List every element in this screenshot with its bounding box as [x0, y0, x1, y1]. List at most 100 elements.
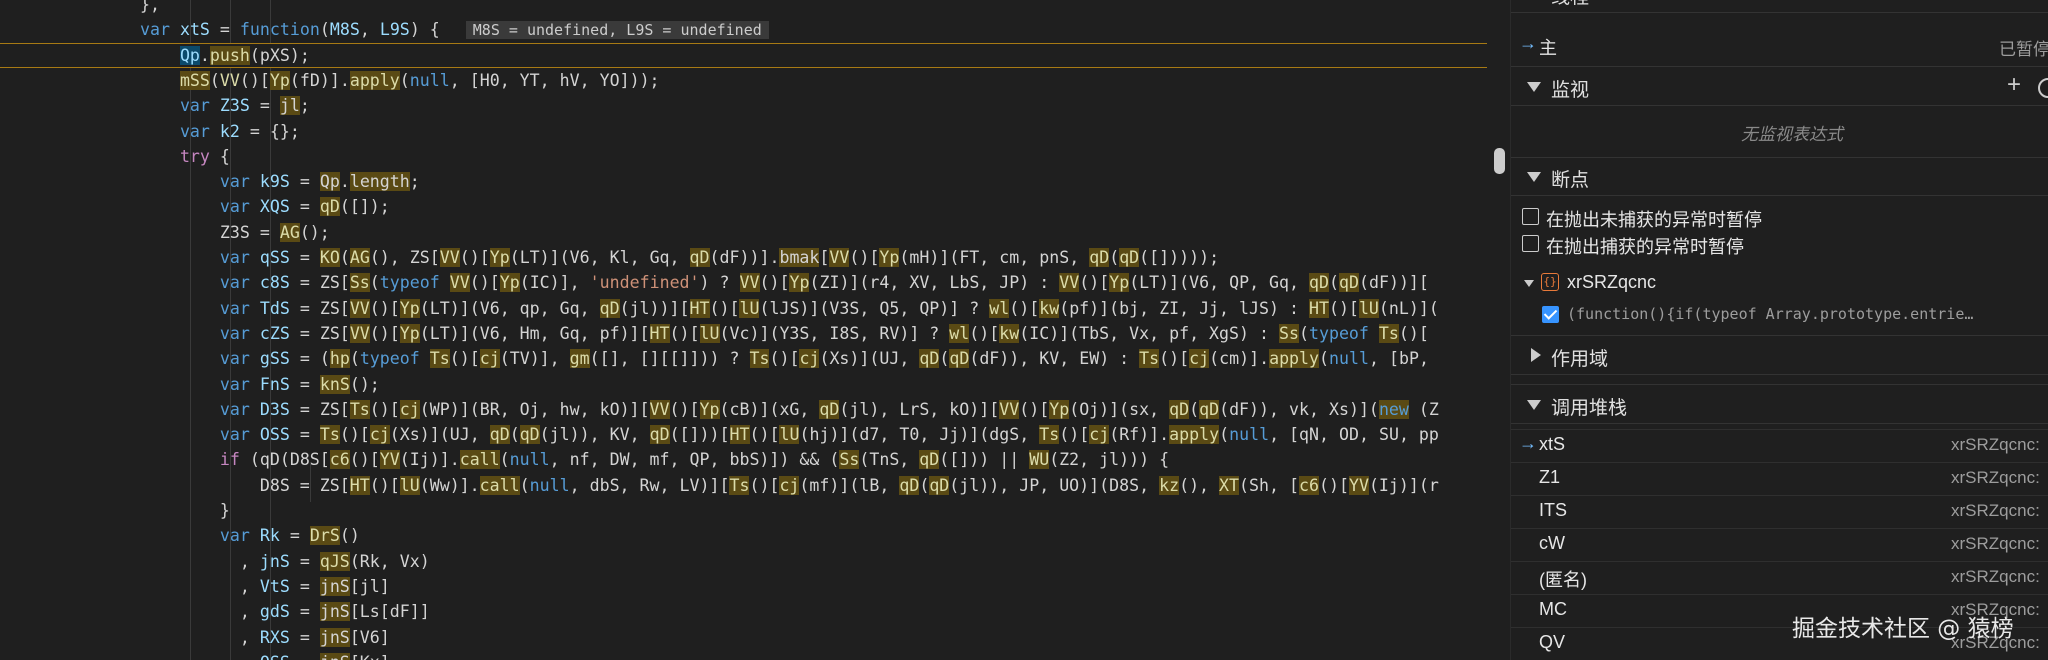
code-line[interactable]: , gdS = jnS[Ls[dF]]	[0, 599, 1487, 624]
callstack-frame[interactable]: Z1 xrSRZqcnc:	[1511, 462, 2048, 496]
code-token: (	[399, 70, 410, 90]
breakpoints-section-header[interactable]: 断点	[1511, 157, 2048, 196]
code-line[interactable]: var k9S = Qp.length;	[0, 169, 1487, 194]
frame-location: xrSRZqcnc:	[1951, 534, 2040, 553]
code-token: VV	[1059, 273, 1080, 293]
code-line[interactable]: var Rk = DrS()	[0, 523, 1487, 548]
code-line[interactable]: try {	[0, 144, 1487, 169]
scrollbar-thumb[interactable]	[1494, 148, 1505, 174]
code-token: VV	[649, 399, 670, 419]
thread-item-main[interactable]: → 主 已暂停	[1511, 30, 2048, 62]
code-token: null	[529, 475, 570, 495]
code-token: VV	[739, 273, 760, 293]
code-token: call	[479, 475, 520, 495]
checkbox[interactable]	[1522, 235, 1539, 252]
code-token: (LT)](V6, qp, Gq,	[419, 298, 600, 318]
code-token: (Ij)].	[399, 450, 460, 470]
callstack-frame[interactable]: (匿名) xrSRZqcnc:	[1511, 561, 2048, 595]
code-token: DrS	[309, 526, 340, 546]
code-token: YV	[379, 450, 400, 470]
code-line[interactable]: if (qD(D8S[c6()[YV(Ij)].call(null, nf, D…	[0, 447, 1487, 472]
watch-section-header[interactable]: 监视 +	[1511, 66, 2048, 106]
code-token: HT	[689, 298, 710, 318]
code-line[interactable]: },	[0, 0, 1487, 17]
code-token: jnS	[319, 652, 350, 660]
code-line[interactable]: D8S = ZS[HT()[lU(Ww)].call(null, dbS, Rw…	[0, 473, 1487, 498]
code-line[interactable]: , RXS = jnS[V6]	[0, 625, 1487, 650]
code-token: Yp	[789, 273, 810, 293]
refresh-icon[interactable]	[2038, 78, 2048, 98]
code-line[interactable]: var gSS = (hp(typeof Ts()[cj(TV)], gm([]…	[0, 346, 1487, 371]
thread-status: 已暂停	[1999, 40, 2048, 59]
threads-section-header[interactable]: 线程	[1511, 0, 2048, 13]
code-token: ()[	[669, 399, 700, 419]
code-token: qJS	[319, 551, 350, 571]
breakpoint-file-group[interactable]: {} xrSRZqcnc	[1511, 269, 2048, 301]
plus-icon[interactable]: +	[2007, 71, 2021, 99]
code-token: (fD)].	[289, 70, 350, 90]
code-line[interactable]: var cZS = ZS[VV()[Yp(LT)](V6, Hm, Gq, pf…	[0, 321, 1487, 346]
code-editor[interactable]: }, var xtS = function(M8S, L9S) { M8S = …	[0, 0, 1487, 660]
pause-caught-exceptions[interactable]: 在抛出捕获的异常时暂停	[1511, 231, 2048, 257]
code-token: apply	[1169, 425, 1220, 445]
code-token: =	[289, 425, 320, 445]
scope-section-header[interactable]: 作用域	[1511, 335, 2048, 375]
code-line[interactable]: var k2 = {};	[0, 119, 1487, 144]
code-line[interactable]: }	[0, 498, 1487, 523]
code-token: ([]);	[339, 197, 390, 217]
code-line[interactable]: var c8S = ZS[Ss(typeof VV()[Yp(IC)], 'un…	[0, 270, 1487, 295]
code-token: (	[369, 273, 380, 293]
code-line[interactable]: var FnS = knS();	[0, 372, 1487, 397]
code-token: Ss	[349, 273, 370, 293]
checkbox[interactable]	[1522, 208, 1539, 225]
scrollbar-track[interactable]	[1487, 0, 1511, 660]
code-token: = (	[289, 349, 330, 369]
code-token: var	[219, 172, 250, 192]
code-line[interactable]: var qSS = KO(AG(), ZS[VV()[Yp(LT)](V6, K…	[0, 245, 1487, 270]
code-token: ()	[339, 526, 360, 546]
code-line[interactable]: var XQS = qD([]);	[0, 194, 1487, 219]
code-token: Ss	[839, 450, 860, 470]
callstack-frame[interactable]: ITS xrSRZqcnc:	[1511, 495, 2048, 529]
code-line[interactable]: var TdS = ZS[VV()[Yp(LT)](V6, qp, Gq, qD…	[0, 296, 1487, 321]
callstack-frame[interactable]: cW xrSRZqcnc:	[1511, 528, 2048, 562]
code-line[interactable]: var Z3S = jl;	[0, 93, 1487, 118]
code-token: qD	[1089, 248, 1110, 267]
code-token: (dF))].	[709, 248, 780, 267]
code-token: try	[179, 146, 210, 166]
code-token: ()[	[1318, 475, 1349, 495]
code-line[interactable]: var D3S = ZS[Ts()[cj(WP)](BR, Oj, hw, kO…	[0, 397, 1487, 422]
code-token: =	[289, 248, 320, 267]
code-line-current[interactable]: Qp.push(pXS);	[0, 42, 1487, 68]
code-line[interactable]: var OSS = Ts()[cj(Xs)](UJ, qD(qD(jl)), K…	[0, 422, 1487, 447]
code-line[interactable]: , jnS = qJS(Rk, Vx)	[0, 549, 1487, 574]
code-line[interactable]: var xtS = function(M8S, L9S) { M8S = und…	[0, 17, 1487, 42]
code-token: (ZI)](r4, XV, LbS, JP) :	[809, 273, 1060, 293]
code-token: bmak	[779, 248, 820, 267]
code-token: HT	[1308, 298, 1329, 318]
code-token: var	[179, 96, 210, 116]
code-line[interactable]: , OSS = jnS[Kx]	[0, 650, 1487, 660]
callstack-frame[interactable]: → xtS xrSRZqcnc:	[1511, 429, 2048, 463]
code-token: ()[	[1079, 273, 1110, 293]
code-line[interactable]: , VtS = jnS[jl]	[0, 574, 1487, 599]
pause-uncaught-exceptions[interactable]: 在抛出未捕获的异常时暂停	[1511, 204, 2048, 230]
code-token: ([], [][[]])) ?	[589, 349, 750, 369]
code-line[interactable]: mSS(VV()[Yp(fD)].apply(null, [H0, YT, hV…	[0, 68, 1487, 93]
code-token: , nf, DW, mf, QP, bbS)]) && (	[549, 450, 840, 470]
code-token: (Ww)].	[419, 475, 480, 495]
frame-name: MC	[1539, 599, 1567, 619]
code-line[interactable]: Z3S = AG();	[0, 220, 1487, 245]
code-token: [jl]	[349, 576, 390, 596]
checkbox-checked[interactable]	[1542, 306, 1559, 323]
callstack-section-header[interactable]: 调用堆栈	[1511, 384, 2048, 424]
breakpoint-entry[interactable]: (function(){if(typeof Array.prototype.en…	[1511, 300, 2048, 332]
